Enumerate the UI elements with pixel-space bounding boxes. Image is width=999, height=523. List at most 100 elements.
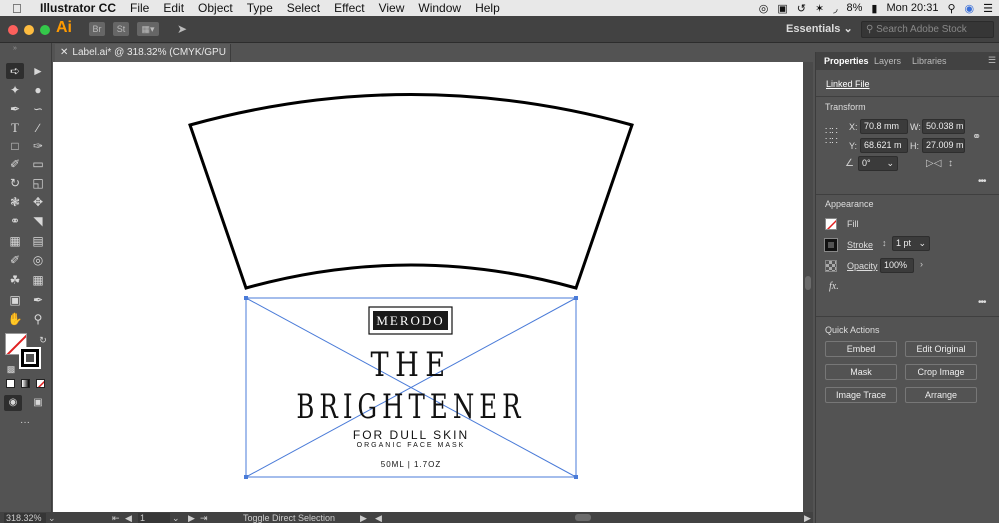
tab-libraries[interactable]: Libraries bbox=[912, 56, 947, 66]
draw-mode-icon[interactable]: ◉ bbox=[4, 395, 22, 411]
adobe-stock-search-input[interactable]: ⚲ Search Adobe Stock bbox=[861, 21, 994, 38]
shaper-tool-icon[interactable]: ✐ bbox=[6, 156, 24, 172]
gradient-mode-button[interactable] bbox=[21, 379, 30, 388]
bridge-icon[interactable]: Br bbox=[89, 22, 105, 36]
app-name-menu[interactable]: Illustrator CC bbox=[40, 1, 116, 15]
canvas-area[interactable]: MERODO THE BRIGHTENER FOR DULL SKIN ORGA… bbox=[53, 62, 813, 512]
zoom-level-field[interactable]: 318.32% bbox=[4, 513, 46, 523]
flip-horizontal-icon[interactable]: ▷◁ bbox=[926, 158, 941, 169]
height-field[interactable]: 27.009 m bbox=[922, 138, 965, 153]
chevron-down-icon[interactable]: ⌄ bbox=[172, 513, 180, 523]
battery-icon[interactable]: ▮ bbox=[871, 2, 877, 15]
menu-help[interactable]: Help bbox=[475, 1, 500, 15]
type-tool-icon[interactable]: T bbox=[6, 120, 24, 136]
rotate-angle-field[interactable]: 0° ⌄ bbox=[858, 156, 898, 171]
next-artboard-icon[interactable]: ▶ bbox=[188, 513, 195, 523]
stock-icon[interactable]: St bbox=[113, 22, 129, 36]
close-tab-icon[interactable]: ✕ bbox=[60, 47, 68, 58]
document-tab[interactable]: ✕Label.ai* @ 318.32% (CMYK/GPU Preview) bbox=[55, 44, 231, 76]
artboard[interactable]: MERODO THE BRIGHTENER FOR DULL SKIN ORGA… bbox=[53, 62, 804, 512]
artboard-number-field[interactable]: 1 bbox=[138, 513, 170, 523]
time-machine-icon[interactable]: ↺ bbox=[797, 2, 806, 15]
flip-vertical-icon[interactable]: ↕ bbox=[948, 158, 953, 169]
previous-artboard-icon[interactable]: ◀ bbox=[125, 513, 132, 523]
menu-list-icon[interactable]: ☰ bbox=[983, 2, 993, 15]
menu-object[interactable]: Object bbox=[198, 1, 233, 15]
y-position-field[interactable]: 68.621 m bbox=[860, 138, 908, 153]
width-field[interactable]: 50.038 m bbox=[922, 119, 965, 134]
tab-layers[interactable]: Layers bbox=[874, 56, 901, 66]
constrain-proportions-icon[interactable]: ⚭ bbox=[972, 130, 981, 143]
user-avatar-icon[interactable]: ◉ bbox=[965, 2, 975, 15]
puppet-warp-tool-icon[interactable]: ❃ bbox=[6, 194, 24, 210]
crop-image-button[interactable]: Crop Image bbox=[905, 364, 977, 380]
line-segment-tool-icon[interactable]: ∕ bbox=[29, 120, 47, 136]
selection-tool-icon[interactable]: ➪ bbox=[6, 63, 24, 79]
rotate-tool-icon[interactable]: ↻ bbox=[6, 175, 24, 191]
stroke-swatch[interactable] bbox=[19, 347, 41, 369]
zoom-tool-icon[interactable]: ⚲ bbox=[29, 311, 47, 327]
symbol-sprayer-tool-icon[interactable]: ☘ bbox=[6, 272, 24, 288]
none-mode-button[interactable] bbox=[36, 379, 45, 388]
reference-point-icon[interactable]: ∷∷ ∷∷ bbox=[825, 127, 838, 147]
more-appearance-options-icon[interactable]: ••• bbox=[978, 297, 986, 308]
eyedropper-tool-icon[interactable]: ✐ bbox=[6, 252, 24, 268]
paintbrush-tool-icon[interactable]: ✑ bbox=[29, 138, 47, 154]
shape-builder-tool-icon[interactable]: ⚭ bbox=[6, 213, 24, 229]
tab-properties[interactable]: Properties bbox=[824, 56, 869, 66]
scroll-right-icon[interactable]: ▶ bbox=[804, 513, 811, 523]
curvature-tool-icon[interactable]: ∽ bbox=[29, 101, 47, 117]
menu-select[interactable]: Select bbox=[287, 1, 320, 15]
battery-percent[interactable]: 8% bbox=[847, 2, 863, 14]
x-position-field[interactable]: 70.8 mm bbox=[860, 119, 908, 134]
status-menu-arrow-icon[interactable]: ▶ bbox=[360, 513, 367, 523]
color-mode-button[interactable] bbox=[6, 379, 15, 388]
more-transform-options-icon[interactable]: ••• bbox=[978, 176, 986, 187]
opacity-label[interactable]: Opacity bbox=[847, 261, 878, 271]
wifi-icon[interactable]: ◞ bbox=[833, 2, 837, 15]
clock[interactable]: Mon 20:31 bbox=[886, 2, 938, 14]
toolbar-grip-icon[interactable]: » bbox=[6, 41, 24, 57]
column-graph-tool-icon[interactable]: ▦ bbox=[29, 272, 47, 288]
scale-tool-icon[interactable]: ◱ bbox=[29, 175, 47, 191]
arrange-documents-icon[interactable]: ▦▾ bbox=[137, 22, 159, 36]
stroke-weight-field[interactable]: 1 pt ⌄ bbox=[892, 236, 930, 251]
panel-menu-icon[interactable]: ☰ bbox=[988, 55, 996, 66]
magic-wand-tool-icon[interactable]: ✦ bbox=[6, 82, 24, 98]
bluetooth-icon[interactable]: ✶ bbox=[815, 2, 824, 15]
horizontal-scrollbar-thumb[interactable] bbox=[575, 514, 591, 521]
stroke-label[interactable]: Stroke bbox=[847, 240, 873, 250]
hand-tool-icon[interactable]: ✋ bbox=[6, 311, 24, 327]
screen-mode-icon[interactable]: ▣ bbox=[29, 395, 47, 411]
vertical-scrollbar-thumb[interactable] bbox=[805, 276, 811, 290]
chevron-down-icon[interactable]: ⌄ bbox=[48, 513, 56, 523]
stroke-weight-stepper-icon[interactable]: ↕ bbox=[882, 238, 887, 248]
default-fill-stroke-icon[interactable]: ▩ bbox=[2, 361, 20, 377]
apple-icon[interactable]:  bbox=[12, 1, 26, 16]
opacity-slider-arrow-icon[interactable]: › bbox=[920, 259, 923, 269]
first-artboard-icon[interactable]: ⇤ bbox=[112, 513, 120, 523]
opacity-field[interactable]: 100% bbox=[880, 258, 914, 273]
slice-tool-icon[interactable]: ✒ bbox=[29, 292, 47, 308]
stroke-color-swatch[interactable] bbox=[825, 239, 837, 251]
menu-file[interactable]: File bbox=[130, 1, 149, 15]
blend-tool-icon[interactable]: ◎ bbox=[29, 252, 47, 268]
gradient-tool-icon[interactable]: ▤ bbox=[29, 233, 47, 249]
screen-share-icon[interactable]: ▣ bbox=[777, 2, 787, 15]
menu-view[interactable]: View bbox=[379, 1, 405, 15]
minimize-window-button[interactable] bbox=[24, 25, 34, 35]
menu-window[interactable]: Window bbox=[418, 1, 461, 15]
arrange-button[interactable]: Arrange bbox=[905, 387, 977, 403]
lasso-tool-icon[interactable]: ⦁ bbox=[29, 82, 47, 98]
edit-original-button[interactable]: Edit Original bbox=[905, 341, 977, 357]
linked-file-link[interactable]: Linked File bbox=[826, 79, 870, 89]
zoom-window-button[interactable] bbox=[40, 25, 50, 35]
image-trace-button[interactable]: Image Trace bbox=[825, 387, 897, 403]
creative-cloud-icon[interactable]: ◎ bbox=[759, 2, 769, 15]
direct-selection-tool-icon[interactable]: ► bbox=[29, 63, 47, 79]
embed-button[interactable]: Embed bbox=[825, 341, 897, 357]
spotlight-search-icon[interactable]: ⚲ bbox=[947, 2, 955, 15]
menu-type[interactable]: Type bbox=[247, 1, 273, 15]
mesh-tool-icon[interactable]: ▦ bbox=[6, 233, 24, 249]
pen-tool-icon[interactable]: ✒ bbox=[6, 101, 24, 117]
